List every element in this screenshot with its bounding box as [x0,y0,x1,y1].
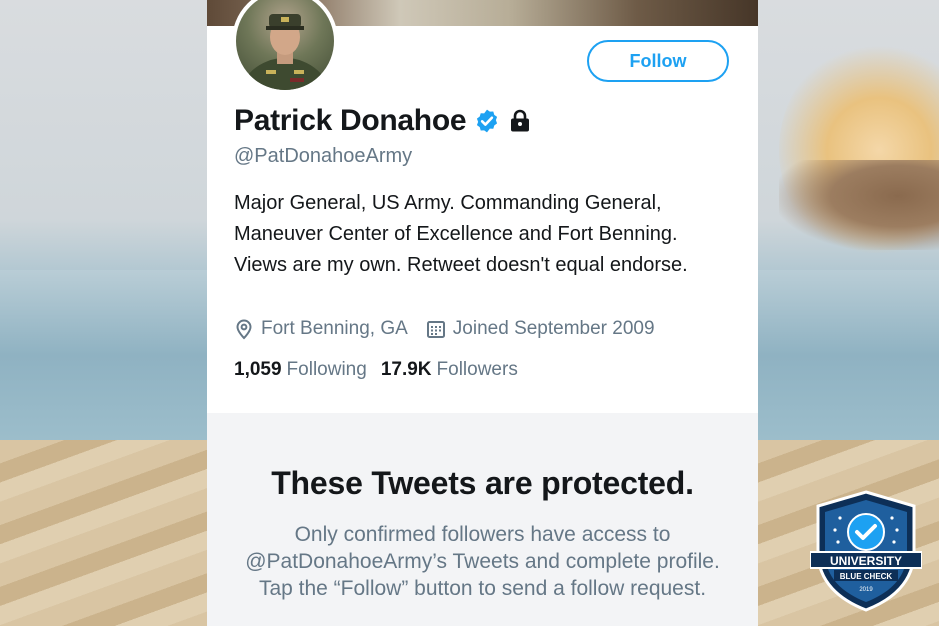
protected-title: These Tweets are protected. [271,465,694,501]
protected-text: Only confirmed followers have access to … [245,523,720,600]
profile-stats: 1,059 Following 17.9K Followers [234,359,532,381]
badge-line1: UNIVERSITY [830,554,902,568]
following-stat[interactable]: 1,059 Following [234,359,367,381]
joined-item: Joined September 2009 [426,318,655,340]
following-label: Following [286,359,367,380]
calendar-icon [426,321,445,338]
profile-bio: Major General, US Army. Commanding Gener… [234,192,688,276]
location-text: Fort Benning, GA [261,318,408,339]
profile-card: Follow Patrick Donahoe @PatDonahoeArmy M… [207,0,758,626]
profile-handle: @PatDonahoeArmy [234,145,413,167]
joined-text: Joined September 2009 [452,318,655,339]
location-icon [236,319,252,340]
checkmark-icon [847,513,885,551]
name-row: Patrick Donahoe [234,104,532,138]
follow-button[interactable]: Follow [587,40,729,82]
avatar[interactable] [232,0,338,94]
badge-line2: BLUE CHECK [840,572,893,581]
protected-notice: These Tweets are protected. Only confirm… [207,413,758,626]
lock-icon [511,109,530,132]
followers-stat[interactable]: 17.9K Followers [381,359,518,381]
verified-icon [477,109,498,133]
profile-meta: Fort Benning, GA Joined September 2009 [234,318,673,340]
following-count: 1,059 [234,359,282,380]
display-name: Patrick Donahoe [234,104,467,137]
badge-line3: 2019 [859,587,873,593]
university-blue-check-logo: UNIVERSITY BLUE CHECK 2019 [810,490,922,612]
followers-label: Followers [436,359,518,380]
location-item: Fort Benning, GA [234,318,408,340]
background-left [0,0,207,626]
followers-count: 17.9K [380,359,432,380]
